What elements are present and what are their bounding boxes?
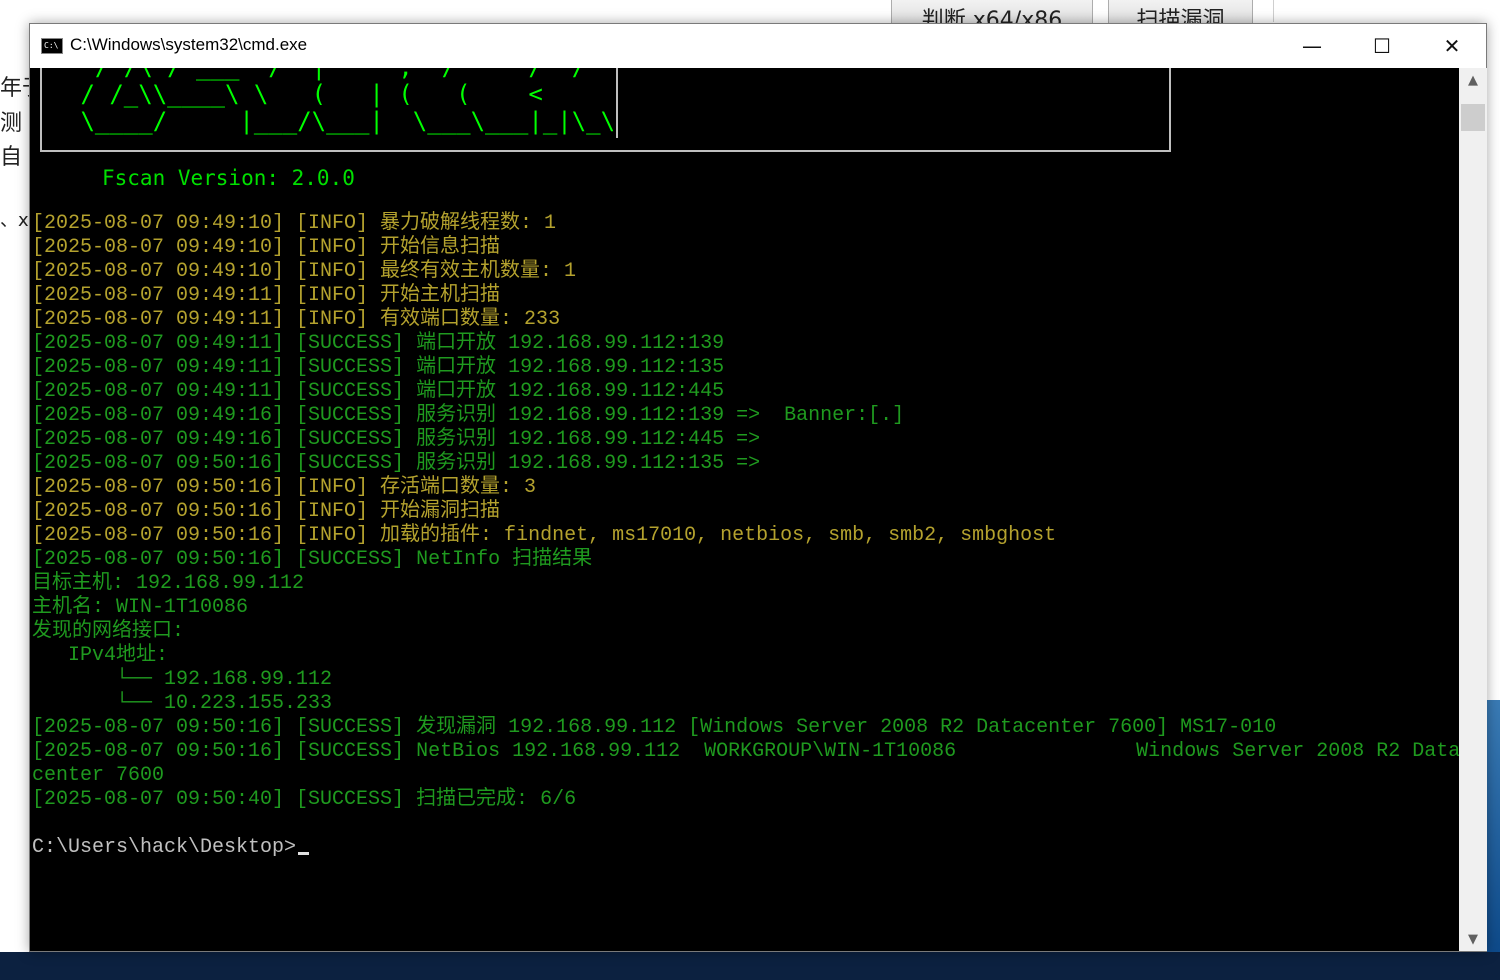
maximize-icon: ☐ (1373, 34, 1391, 58)
log-line: [2025-08-07 09:49:10] [INFO] 开始信息扫描 (32, 236, 501, 259)
log-line: 目标主机: 192.168.99.112 (32, 572, 305, 595)
scroll-down-icon[interactable]: ▼ (1459, 927, 1487, 951)
taskbar (0, 952, 1500, 980)
cmd-icon: C:\ (41, 38, 63, 54)
log-line: IPv4地址: (32, 644, 169, 667)
minimize-button[interactable]: — (1278, 24, 1346, 68)
log-line: [2025-08-07 09:49:11] [SUCCESS] 端口开放 192… (32, 356, 725, 379)
log-line: [2025-08-07 09:50:16] [SUCCESS] 发现漏洞 192… (32, 716, 1277, 739)
log-line: [2025-08-07 09:49:10] [INFO] 最终有效主机数量: 1 (32, 260, 577, 283)
log-line: center 7600 (32, 764, 165, 787)
log-line: [2025-08-07 09:50:16] [SUCCESS] 服务识别 192… (32, 452, 761, 475)
title-bar[interactable]: C:\ C:\Windows\system32\cmd.exe — ☐ ✕ (30, 24, 1486, 68)
log-line: 发现的网络接口: (32, 620, 185, 643)
background-text-fragment: 测 (0, 111, 23, 136)
close-button[interactable]: ✕ (1418, 24, 1486, 68)
log-line: [2025-08-07 09:50:16] [INFO] 加载的插件: find… (32, 524, 1057, 547)
log-line: [2025-08-07 09:50:16] [INFO] 存活端口数量: 3 (32, 476, 537, 499)
desktop-wallpaper (1487, 700, 1500, 952)
log-line: [2025-08-07 09:50:16] [INFO] 开始漏洞扫描 (32, 500, 501, 523)
log-line: [2025-08-07 09:49:10] [INFO] 暴力破解线程数: 1 (32, 212, 557, 235)
log-line: [2025-08-07 09:49:11] [SUCCESS] 端口开放 192… (32, 380, 725, 403)
cmd-window[interactable]: C:\ C:\Windows\system32\cmd.exe — ☐ ✕ / … (29, 23, 1487, 952)
command-prompt: C:\Users\hack\Desktop> (32, 836, 1459, 860)
log-line: [2025-08-07 09:49:11] [INFO] 有效端口数量: 233 (32, 308, 561, 331)
background-panel (1273, 0, 1500, 22)
version-text: Fscan Version: 2.0.0 (102, 166, 355, 190)
log-lines: [2025-08-07 09:49:10] [INFO] 暴力破解线程数: 1[… (32, 212, 1459, 860)
log-line: └── 10.223.155.233 (32, 692, 333, 715)
maximize-button[interactable]: ☐ (1348, 24, 1416, 68)
close-icon: ✕ (1443, 34, 1461, 58)
log-line: [2025-08-07 09:50:40] [SUCCESS] 扫描已完成: 6… (32, 788, 577, 811)
log-line: [2025-08-07 09:49:16] [SUCCESS] 服务识别 192… (32, 428, 761, 451)
minimize-icon: — (1302, 34, 1322, 58)
console-output[interactable]: / /\ / ___ / | , / ` / / / /_\\____\ \ (… (30, 68, 1459, 951)
log-line: └── 192.168.99.112 (32, 668, 333, 691)
log-line: 主机名: WIN-1T10086 (32, 596, 249, 619)
scroll-thumb[interactable] (1461, 104, 1485, 131)
log-line (32, 812, 1459, 836)
window-title: C:\Windows\system32\cmd.exe (70, 35, 308, 54)
vertical-scrollbar[interactable]: ▲ ▼ (1459, 68, 1487, 951)
banner-divider (616, 68, 618, 138)
log-line: [2025-08-07 09:50:16] [SUCCESS] NetBios … (32, 740, 1459, 763)
log-line: [2025-08-07 09:49:11] [INFO] 开始主机扫描 (32, 284, 501, 307)
log-line: [2025-08-07 09:49:16] [SUCCESS] 服务识别 192… (32, 404, 905, 427)
scroll-up-icon[interactable]: ▲ (1459, 68, 1487, 92)
background-text-fragment: 自 (0, 145, 23, 170)
log-line: [2025-08-07 09:49:11] [SUCCESS] 端口开放 192… (32, 332, 725, 355)
background-text-fragment: 、x (0, 210, 29, 231)
ascii-banner-frame: / /\ / ___ / | , / ` / / / /_\\____\ \ (… (40, 68, 1171, 152)
text-cursor (298, 852, 310, 855)
log-line: [2025-08-07 09:50:16] [SUCCESS] NetInfo … (32, 548, 593, 571)
ascii-banner: / /\ / ___ / | , / ` / / / /_\\____\ \ (… (80, 68, 616, 135)
